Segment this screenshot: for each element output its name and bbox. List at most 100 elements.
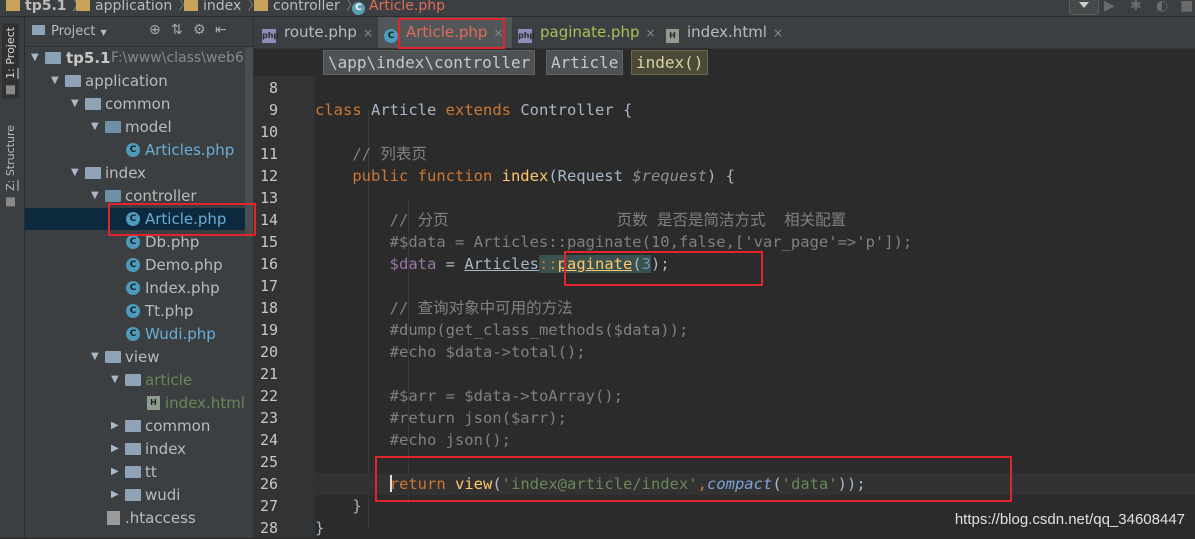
tree-item-view-tt[interactable]: ▶ tt <box>25 461 253 483</box>
code-line-22: #$arr = $data->toArray(); <box>315 387 623 405</box>
run-config-dropdown[interactable] <box>1069 0 1099 15</box>
tree-item-index[interactable]: ▼ index <box>25 162 253 184</box>
close-icon[interactable]: × <box>646 26 656 40</box>
line-number: 8 <box>268 79 278 97</box>
tree-item-view-index[interactable]: ▶ index <box>25 438 253 460</box>
line-number: 23 <box>259 409 278 427</box>
class-file-icon: C <box>126 304 140 318</box>
stop-icon[interactable]: ■ <box>1180 0 1193 13</box>
tool-tab-project[interactable]: 1: Project <box>2 23 19 99</box>
class-file-icon: C <box>126 327 140 341</box>
tree-item-index-php[interactable]: C Index.php <box>25 277 253 299</box>
run-icon[interactable]: ▶ <box>1104 0 1115 13</box>
tree-item-controller[interactable]: ▼ controller <box>25 185 253 207</box>
folder-icon <box>105 351 121 363</box>
project-icon <box>6 85 16 95</box>
project-panel-header: Project ▼ ⊕ ⇅ ⚙ ⇤ <box>25 17 253 47</box>
line-number: 14 <box>259 211 278 229</box>
php-file-icon: php <box>262 29 279 43</box>
tree-item-article-php[interactable]: C Article.php <box>25 208 253 230</box>
project-view-selector[interactable]: Project ▼ <box>32 24 107 39</box>
code-line-26: return view('index@article/index',compac… <box>315 473 1195 495</box>
code-breadcrumb: \app\index\controller Article index() <box>254 49 1195 76</box>
tree-item-model[interactable]: ▼ model <box>25 116 253 138</box>
navigation-breadcrumb: tp5.1〉 application〉 index〉 controller〉 C… <box>0 0 1195 17</box>
line-number: 20 <box>259 343 278 361</box>
line-number: 24 <box>259 431 278 449</box>
code-line-11: // 列表页 <box>315 145 427 163</box>
folder-icon <box>125 489 141 501</box>
code-line-18: // 查询对象中可用的方法 <box>315 299 573 317</box>
breadcrumb-project[interactable]: tp5.1〉 <box>6 0 87 13</box>
close-icon[interactable]: × <box>493 26 503 40</box>
tree-item-tt-php[interactable]: C Tt.php <box>25 300 253 322</box>
folder-icon <box>85 98 101 110</box>
tree-item-wudi-php[interactable]: C Wudi.php <box>25 323 253 345</box>
code-line-23: #return json($arr); <box>315 409 567 427</box>
breadcrumb-file[interactable]: C Article.php <box>352 0 445 15</box>
watermark: https://blog.csdn.net/qq_34608447 <box>954 511 1185 528</box>
code-line-19: #dump(get_class_methods($data)); <box>315 321 689 339</box>
folder-icon <box>85 167 101 179</box>
folder-icon <box>76 0 90 11</box>
namespace-crumb[interactable]: \app\index\controller <box>323 50 536 75</box>
folder-icon <box>65 75 81 87</box>
tree-item-articles-php[interactable]: C Articles.php <box>25 139 253 161</box>
coverage-icon[interactable]: ◐ <box>1156 0 1168 13</box>
tree-item-demo-php[interactable]: C Demo.php <box>25 254 253 276</box>
breadcrumb-controller[interactable]: controller〉 <box>254 0 360 13</box>
tree-item-view[interactable]: ▼ view <box>25 346 253 368</box>
debug-icon[interactable]: ✱ <box>1130 0 1142 13</box>
folder-icon <box>45 52 61 64</box>
project-scrollbar[interactable] <box>245 47 253 237</box>
line-number: 15 <box>259 233 278 251</box>
tab-article-php[interactable]: C Article.php × <box>378 17 512 48</box>
gear-icon[interactable]: ⚙ <box>193 22 206 38</box>
code-editor[interactable]: class Article extends Controller { // 列表… <box>315 76 1195 538</box>
html-file-icon: H <box>147 396 160 410</box>
tree-item-article[interactable]: ▼ article <box>25 369 253 391</box>
tool-tab-structure[interactable]: Z: Structure <box>2 121 19 210</box>
tree-item-view-wudi[interactable]: ▶ wudi <box>25 484 253 506</box>
class-crumb[interactable]: Article <box>546 50 624 75</box>
hide-panel-icon[interactable]: ⇤ <box>215 22 227 38</box>
tool-window-strip: 1: Project Z: Structure <box>0 17 25 538</box>
file-icon <box>107 511 120 525</box>
tree-item-root[interactable]: ▼ tp5.1 F:\www\class\web69\ <box>25 47 253 69</box>
scope-locate-icon[interactable]: ⊕ <box>149 22 161 38</box>
folder-icon <box>105 121 121 133</box>
folder-icon <box>184 0 198 11</box>
tab-paginate-php[interactable]: php paginate.php × <box>518 17 656 48</box>
tab-index-html[interactable]: Hindex.html × <box>666 17 783 48</box>
line-number: 25 <box>259 453 278 471</box>
class-file-icon: C <box>126 212 140 226</box>
close-icon[interactable]: × <box>773 26 783 40</box>
folder-icon <box>254 0 268 11</box>
method-crumb[interactable]: index() <box>631 50 709 75</box>
line-number: 9 <box>268 101 278 119</box>
line-number-gutter: 8 9 10 11 12 13 14 15 16 17 18 19 20 21 … <box>254 76 324 538</box>
tree-item-view-common[interactable]: ▶ common <box>25 415 253 437</box>
line-number: 17 <box>259 277 278 295</box>
line-number: 28 <box>259 519 278 537</box>
code-line-14: // 分页 页数 是否是简洁方式 相关配置 <box>315 211 847 229</box>
line-number: 18 <box>259 299 278 317</box>
class-file-icon: C <box>126 258 140 272</box>
tree-item-index-html[interactable]: Hindex.html <box>25 392 253 414</box>
line-number: 13 <box>259 189 278 207</box>
breadcrumb-application[interactable]: application〉 <box>76 0 192 13</box>
tree-item-htaccess[interactable]: .htaccess <box>25 507 253 529</box>
breadcrumb-index[interactable]: index〉 <box>184 0 261 13</box>
tab-route-php[interactable]: php route.php × <box>262 17 373 48</box>
line-number: 27 <box>259 497 278 515</box>
class-file-icon: C <box>126 235 140 249</box>
tree-item-common[interactable]: ▼ common <box>25 93 253 115</box>
collapse-all-icon[interactable]: ⇅ <box>171 22 183 38</box>
code-line-15: #$data = Articles::paginate(10,false,['v… <box>315 233 913 251</box>
line-number: 19 <box>259 321 278 339</box>
tree-item-application[interactable]: ▼ application <box>25 70 253 92</box>
tree-item-db-php[interactable]: C Db.php <box>25 231 253 253</box>
html-file-icon: H <box>666 29 679 43</box>
class-file-icon: C <box>126 143 140 157</box>
close-icon[interactable]: × <box>363 26 373 40</box>
